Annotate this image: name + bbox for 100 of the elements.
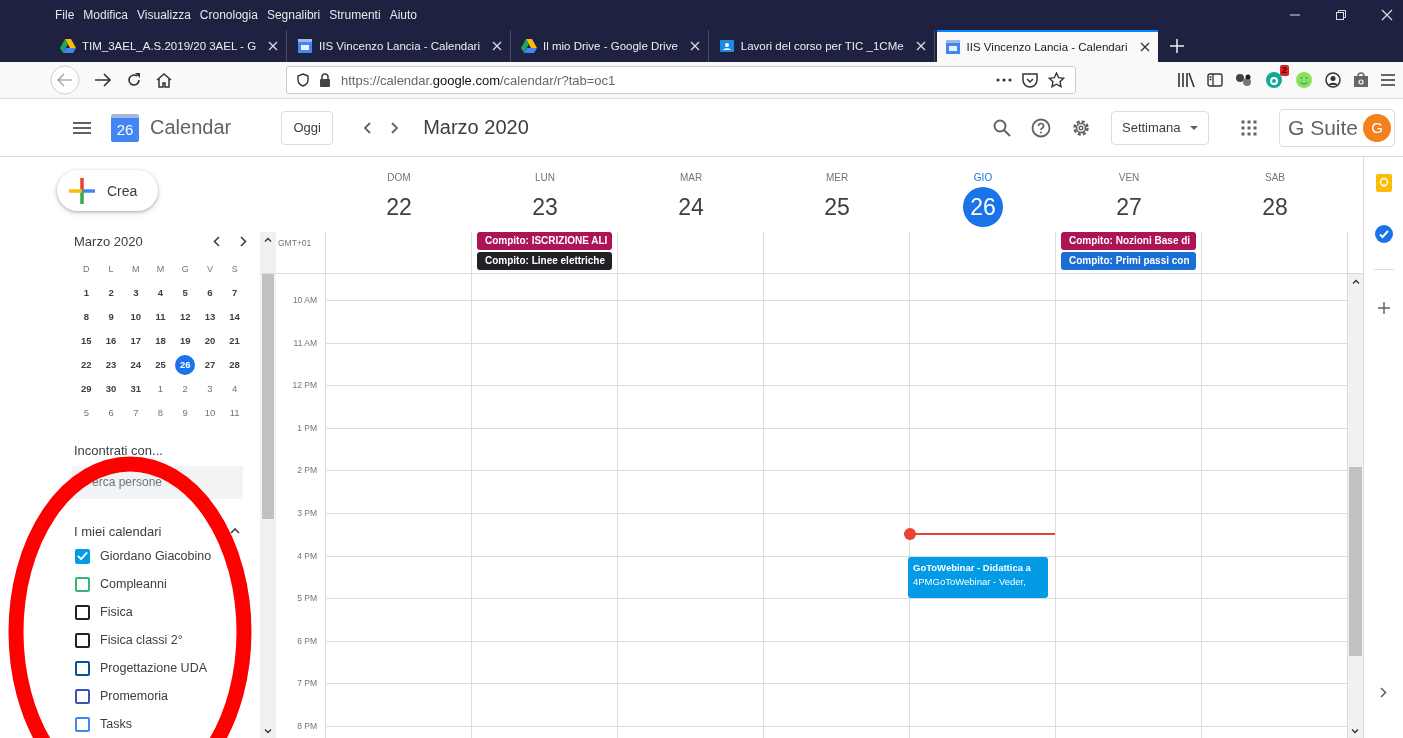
all-day-event[interactable]: Compito: Nozioni Base di [1061,232,1196,250]
scrollbar-thumb[interactable] [262,274,274,519]
account-switcher[interactable]: G Suite G [1279,108,1395,147]
day-number[interactable]: 26 [963,187,1003,227]
date-cell[interactable]: 8 [150,403,171,424]
date-cell[interactable]: 10 [125,307,146,328]
menu-item[interactable]: Aiuto [389,8,417,22]
date-cell[interactable]: 18 [150,331,171,352]
date-cell[interactable]: 7 [224,283,245,304]
scroll-up-icon[interactable] [1351,279,1360,284]
menu-icon[interactable] [1381,74,1395,86]
date-cell[interactable]: 27 [199,355,220,376]
all-day-event[interactable]: Compito: Primi passi con [1061,252,1196,270]
library-icon[interactable] [1177,72,1195,88]
date-cell[interactable]: 30 [101,379,122,400]
new-tab-icon[interactable] [1169,39,1184,53]
next-icon[interactable] [391,121,400,134]
settings-icon[interactable] [1071,117,1091,138]
today-button[interactable]: Oggi [281,110,334,145]
date-cell[interactable]: 21 [224,331,245,352]
date-cell[interactable]: 31 [125,379,146,400]
scroll-down-icon[interactable] [1351,729,1359,734]
date-cell[interactable]: 28 [224,355,245,376]
account-icon[interactable] [1325,72,1341,88]
date-cell[interactable]: 14 [224,307,245,328]
add-icon[interactable] [1377,302,1390,314]
pocket-icon[interactable] [1022,72,1038,88]
shopping-bag-icon[interactable] [1353,72,1369,88]
extension-icon[interactable] [1235,73,1253,87]
menu-item[interactable]: Visualizza [137,8,191,22]
date-cell[interactable]: 9 [175,403,196,424]
checkbox[interactable] [75,604,90,620]
menu-item[interactable]: Modifica [83,8,129,22]
date-cell[interactable]: 24 [125,355,146,376]
previous-icon[interactable] [213,235,220,247]
date-cell[interactable]: 26 [175,355,196,376]
previous-icon[interactable] [363,121,372,134]
date-cell[interactable]: 4 [150,283,171,304]
checkbox[interactable] [75,688,90,704]
tasks-icon[interactable] [1374,225,1393,243]
date-cell[interactable]: 19 [175,331,196,352]
date-cell[interactable]: 10 [199,403,220,424]
date-cell[interactable]: 15 [76,331,97,352]
scrollbar[interactable] [1348,274,1363,738]
date-cell[interactable]: 9 [101,307,122,328]
reload-icon[interactable] [126,72,142,88]
apps-icon[interactable] [1241,119,1257,136]
checkbox[interactable] [75,716,90,732]
star-icon[interactable] [1048,72,1065,88]
checkbox[interactable] [75,549,90,564]
scrollbar[interactable] [260,274,276,738]
sidebar-icon[interactable] [1207,73,1223,87]
view-dropdown[interactable]: Settimana [1111,110,1209,145]
day-number[interactable]: 28 [1255,187,1295,227]
date-cell[interactable]: 6 [101,403,122,424]
day-number[interactable]: 22 [379,187,419,227]
menu-icon[interactable] [73,121,91,134]
date-cell[interactable]: 20 [199,331,220,352]
date-cell[interactable]: 5 [175,283,196,304]
date-cell[interactable]: 3 [125,283,146,304]
date-cell[interactable]: 12 [175,307,196,328]
menu-item[interactable]: Strumenti [329,8,381,22]
create-button[interactable]: Crea [57,170,158,212]
date-cell[interactable]: 1 [150,379,171,400]
day-number[interactable]: 24 [671,187,711,227]
forward-icon[interactable] [94,72,112,88]
search-icon[interactable] [993,118,1011,137]
expand-icon[interactable] [1380,687,1387,698]
date-cell[interactable]: 3 [199,379,220,400]
day-number[interactable]: 25 [817,187,857,227]
menu-item[interactable]: File [55,8,75,22]
menu-item[interactable]: Cronologia [199,8,258,22]
scrollbar-thumb[interactable] [1349,467,1362,656]
date-cell[interactable]: 2 [175,379,196,400]
checkbox[interactable] [75,576,90,592]
collapse-icon[interactable] [230,528,240,535]
checkbox[interactable] [75,660,90,676]
date-cell[interactable]: 11 [224,403,245,424]
checkbox[interactable] [75,632,90,648]
date-cell[interactable]: 13 [199,307,220,328]
date-cell[interactable]: 17 [125,331,146,352]
date-cell[interactable]: 1 [76,283,97,304]
date-cell[interactable]: 29 [76,379,97,400]
date-cell[interactable]: 23 [101,355,122,376]
day-number[interactable]: 23 [525,187,565,227]
date-cell[interactable]: 11 [150,307,171,328]
scroll-up-icon[interactable] [264,237,272,242]
date-cell[interactable]: 6 [199,283,220,304]
date-cell[interactable]: 16 [101,331,122,352]
more-icon[interactable] [996,78,1012,82]
close-icon[interactable] [1139,42,1150,52]
browser-tab[interactable]: IIS Vincenzo Lancia - Calendari [936,30,1158,62]
date-cell[interactable]: 2 [101,283,122,304]
date-cell[interactable]: 25 [150,355,171,376]
day-number[interactable]: 27 [1109,187,1149,227]
date-cell[interactable]: 7 [125,403,146,424]
next-icon[interactable] [240,235,247,247]
help-icon[interactable] [1031,117,1051,138]
address-bar[interactable]: https://calendar.google.com/calendar/r?tab=oc1 [286,66,1076,94]
scroll-down-icon[interactable] [264,729,272,734]
